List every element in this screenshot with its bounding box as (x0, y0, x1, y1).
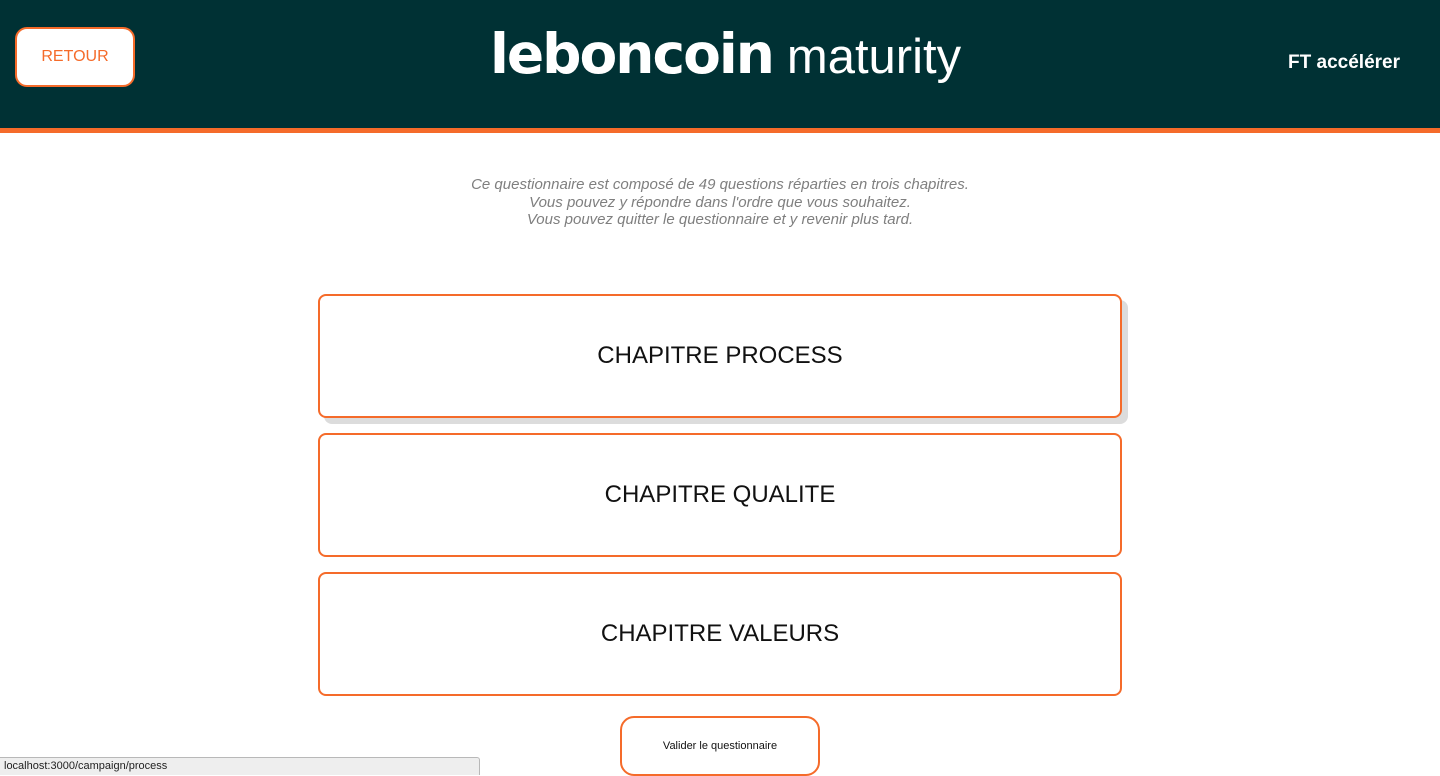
logo: leboncoin maturity (490, 22, 962, 92)
back-button[interactable]: RETOUR (15, 27, 135, 87)
chapter-qualite-button[interactable]: CHAPITRE QUALITE (318, 433, 1122, 557)
logo-product: maturity (786, 30, 962, 84)
intro-line: Vous pouvez y répondre dans l'ordre que … (529, 193, 911, 211)
app-header: RETOUR leboncoin maturity FT accélérer (0, 0, 1440, 128)
chapter-valeurs-button[interactable]: CHAPITRE VALEURS (318, 572, 1122, 696)
team-name: FT accélérer (1288, 52, 1400, 73)
chapter-process-button[interactable]: CHAPITRE PROCESS (318, 294, 1122, 418)
intro-text: Ce questionnaire est composé de 49 quest… (0, 176, 1440, 229)
intro-line: Ce questionnaire est composé de 49 quest… (471, 176, 969, 193)
status-bar-url: localhost:3000/campaign/process (0, 757, 480, 775)
intro-line: Vous pouvez quitter le questionnaire et … (526, 211, 914, 228)
header-divider (0, 128, 1440, 133)
validate-questionnaire-button[interactable]: Valider le questionnaire (620, 716, 820, 776)
logo-brand: leboncoin (490, 22, 775, 86)
